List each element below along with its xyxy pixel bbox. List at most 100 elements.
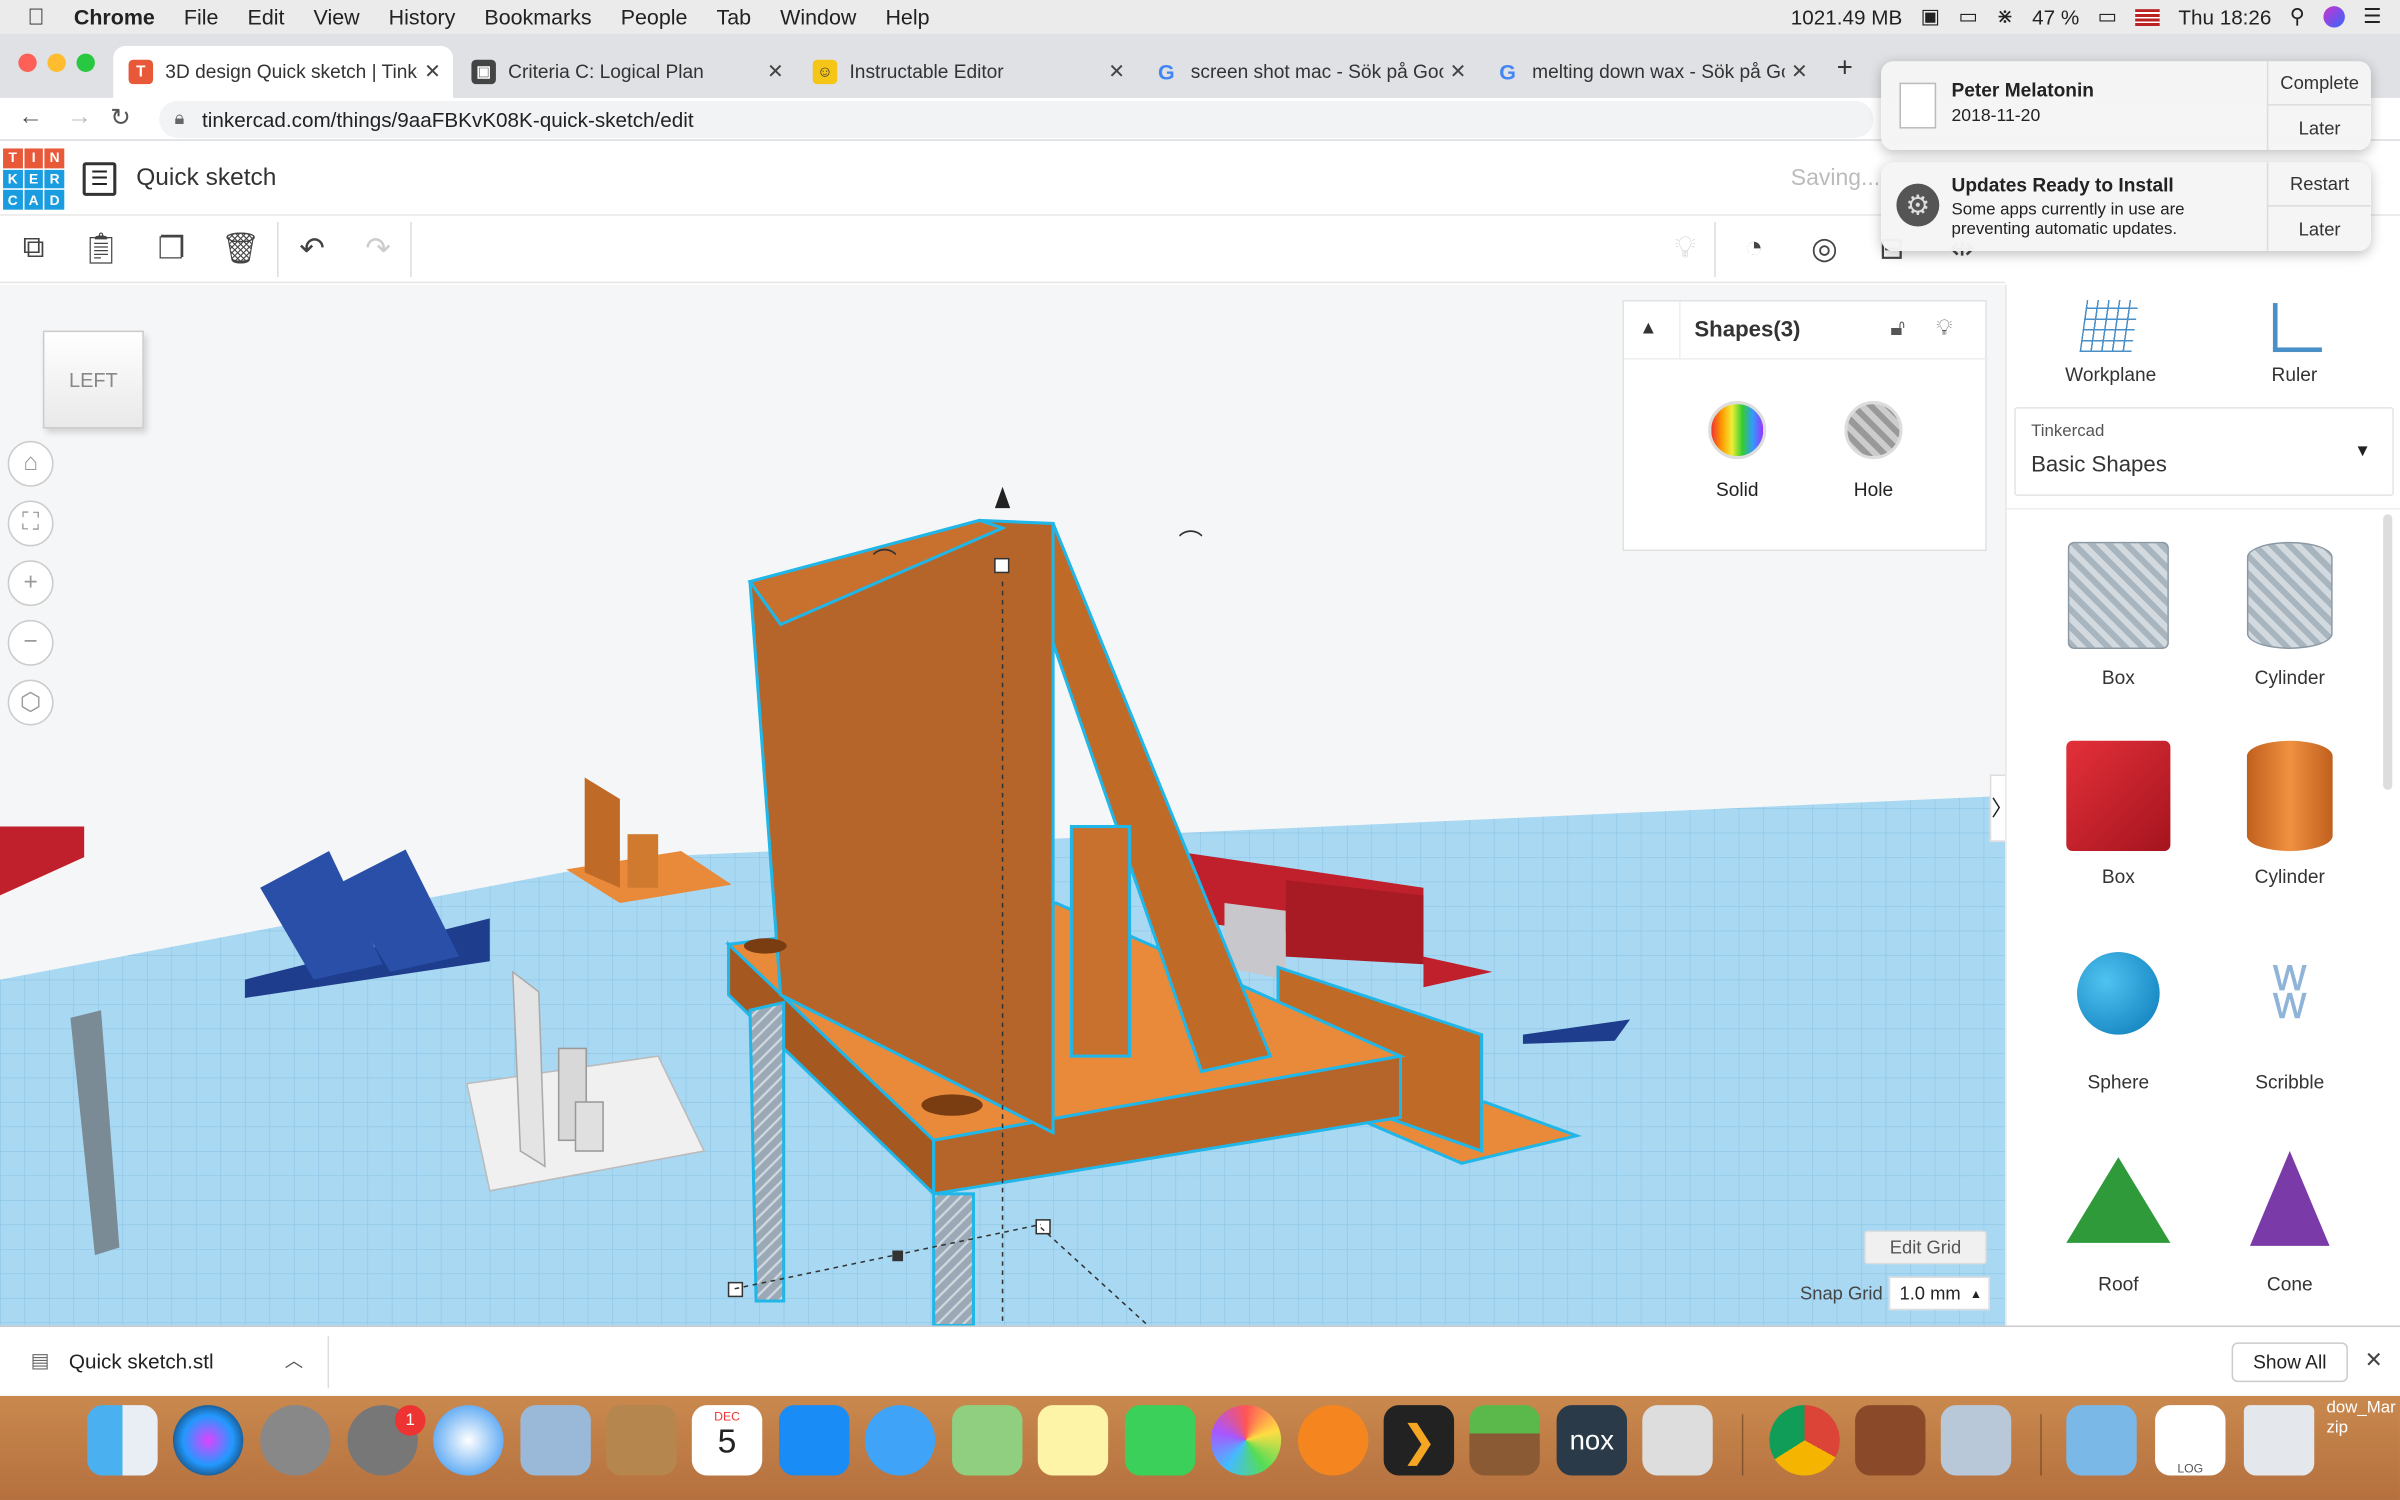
lock-shape-icon[interactable]: 🔓︎ — [1890, 315, 1905, 341]
close-tab-icon[interactable]: ✕ — [767, 60, 784, 84]
notification-center-icon[interactable]: ☰ — [2363, 5, 2382, 29]
zoom-out-icon[interactable]: − — [7, 619, 54, 666]
collapse-icon[interactable]: ▲ — [1639, 317, 1657, 338]
minimize-window-button[interactable] — [47, 53, 66, 72]
close-tab-icon[interactable]: ✕ — [1791, 60, 1808, 84]
launchpad-icon[interactable] — [260, 1405, 331, 1476]
undo-icon[interactable]: ↶ — [291, 227, 334, 270]
calendar-icon[interactable]: DEC 5 — [691, 1405, 763, 1476]
roblox-icon[interactable] — [1642, 1405, 1713, 1476]
edit-grid-button[interactable]: Edit Grid — [1864, 1230, 1987, 1265]
app-store-icon[interactable] — [779, 1405, 850, 1476]
tab-criteria[interactable]: ▣ Criteria C: Logical Plan ✕ — [456, 46, 796, 98]
display-icon[interactable]: ▣ — [1921, 5, 1941, 29]
tab-instructable[interactable]: ☺ Instructable Editor ✕ — [797, 46, 1137, 98]
wifi-icon[interactable]: ⋇ — [1996, 5, 2013, 29]
resize-handle[interactable] — [1035, 1219, 1051, 1235]
solid-color-swatch[interactable] — [1708, 401, 1767, 460]
tab-google-screenshot[interactable]: G screen shot mac - Sök på Goo ✕ — [1139, 46, 1479, 98]
airplay-icon[interactable]: ▭ — [1959, 5, 1979, 29]
clock[interactable]: Thu 18:26 — [2178, 5, 2271, 28]
close-icon[interactable]: ✕ — [2365, 1347, 2383, 1373]
menu-edit[interactable]: Edit — [248, 5, 285, 29]
photos-icon[interactable] — [1210, 1405, 1282, 1476]
library-select[interactable]: Tinkercad Basic Shapes ▼ — [2014, 407, 2394, 496]
download-filename[interactable]: Quick sketch.stl — [69, 1350, 214, 1373]
shape-cone[interactable]: Cone — [2204, 1145, 2375, 1344]
resize-handle[interactable] — [994, 557, 1010, 574]
zoom-in-icon[interactable]: + — [7, 560, 54, 607]
restart-button[interactable]: Restart — [2266, 162, 2371, 207]
battery-percent[interactable]: 47 % — [2032, 5, 2079, 28]
siri-icon[interactable] — [2323, 6, 2345, 28]
garageband-icon[interactable] — [1855, 1405, 1926, 1476]
downloads-folder-icon[interactable] — [2066, 1405, 2137, 1476]
shape-scribble[interactable]: ʬ Scribble — [2204, 943, 2375, 1142]
spotlight-icon[interactable]: ⚲ — [2290, 5, 2305, 29]
trash-icon[interactable] — [2243, 1405, 2315, 1476]
red-model-left[interactable] — [0, 826, 85, 896]
contacts-icon[interactable] — [606, 1405, 677, 1476]
close-tab-icon[interactable]: ✕ — [1450, 60, 1467, 84]
menu-people[interactable]: People — [621, 5, 688, 29]
zoom-window-button[interactable] — [76, 53, 95, 72]
plex-icon[interactable]: ❯ — [1383, 1405, 1455, 1476]
workplane-label[interactable]: Workplane — [2049, 364, 2171, 385]
notes-icon[interactable] — [1037, 1405, 1109, 1476]
preview-icon[interactable] — [1940, 1405, 2012, 1476]
update-notification[interactable]: ⚙ Updates Ready to Install Some apps cur… — [1881, 162, 2371, 252]
back-icon[interactable]: ← — [18, 104, 42, 132]
forward-icon[interactable]: → — [67, 104, 91, 132]
shape-roof[interactable]: Roof — [2033, 1145, 2204, 1344]
chrome-icon[interactable] — [1769, 1405, 1840, 1476]
complete-button[interactable]: Complete — [2266, 61, 2371, 106]
show-hide-icon[interactable]: 💡︎ — [1664, 227, 1707, 270]
show-all-button[interactable]: Show All — [2231, 1342, 2348, 1383]
hide-shape-icon[interactable]: 💡︎ — [1936, 315, 1952, 341]
resize-handle[interactable] — [892, 1250, 904, 1262]
small-orange-model[interactable] — [566, 777, 732, 904]
design-list-icon[interactable]: ☰ — [82, 162, 117, 196]
library-scrollbar[interactable] — [2383, 514, 2393, 790]
close-tab-icon[interactable]: ✕ — [424, 60, 441, 84]
later-button[interactable]: Later — [2266, 105, 2371, 150]
rotate-handle-icon[interactable]: ⌒ — [872, 547, 896, 575]
view-cube[interactable]: LEFT — [42, 330, 144, 429]
reload-icon[interactable]: ↻ — [110, 103, 131, 134]
zip-file-label[interactable]: dow_Mar zip — [2327, 1399, 2396, 1439]
memory-readout[interactable]: 1021.49 MB — [1791, 5, 1902, 28]
menu-help[interactable]: Help — [885, 5, 929, 29]
menu-history[interactable]: History — [389, 5, 456, 29]
shape-box[interactable]: Box — [2033, 740, 2204, 940]
new-tab-icon[interactable]: + — [1837, 52, 1853, 84]
group-icon[interactable]: ◔ — [1733, 227, 1776, 270]
shape-cylinder-hole[interactable]: Cylinder — [2204, 541, 2375, 741]
collapse-panel-icon[interactable]: 〉 — [1989, 774, 2006, 842]
facetime-icon[interactable] — [1124, 1405, 1196, 1476]
rotate-handle-icon[interactable]: ⌒ — [1179, 529, 1203, 557]
shape-box-hole[interactable]: Box — [2033, 541, 2204, 741]
menu-app-name[interactable]: Chrome — [74, 5, 155, 29]
workplane-icon[interactable] — [2079, 299, 2139, 353]
delete-icon[interactable]: 🗑︎ — [219, 227, 262, 270]
maps-icon[interactable] — [952, 1405, 1023, 1476]
ungroup-icon[interactable]: ◎ — [1803, 227, 1846, 270]
flag-icon[interactable] — [2135, 8, 2160, 26]
copy-icon[interactable]: ⧉ — [12, 227, 55, 270]
siri-dock-icon[interactable] — [172, 1405, 244, 1476]
paste-icon[interactable]: 📋︎ — [80, 227, 123, 270]
books-icon[interactable] — [1297, 1405, 1369, 1476]
tab-google-wax[interactable]: G melting down wax - Sök på Go ✕ — [1480, 46, 1820, 98]
messages-icon[interactable] — [864, 1405, 936, 1476]
ruler-label[interactable]: Ruler — [2233, 364, 2355, 385]
tinkercad-logo[interactable]: T I N K E R C A D — [3, 148, 65, 210]
shape-cylinder[interactable]: Cylinder — [2204, 740, 2375, 940]
home-view-icon[interactable]: ⌂ — [7, 440, 54, 487]
redo-icon[interactable]: ↷ — [357, 227, 400, 270]
url-field[interactable]: 🔒︎ tinkercad.com/things/9aaFBKvK08K-quic… — [159, 101, 1874, 138]
finder-icon[interactable] — [87, 1405, 158, 1476]
safari-icon[interactable] — [433, 1405, 504, 1476]
menu-tab[interactable]: Tab — [717, 5, 752, 29]
minecraft-icon[interactable] — [1469, 1405, 1540, 1476]
battery-icon[interactable]: ▭ — [2098, 5, 2118, 29]
